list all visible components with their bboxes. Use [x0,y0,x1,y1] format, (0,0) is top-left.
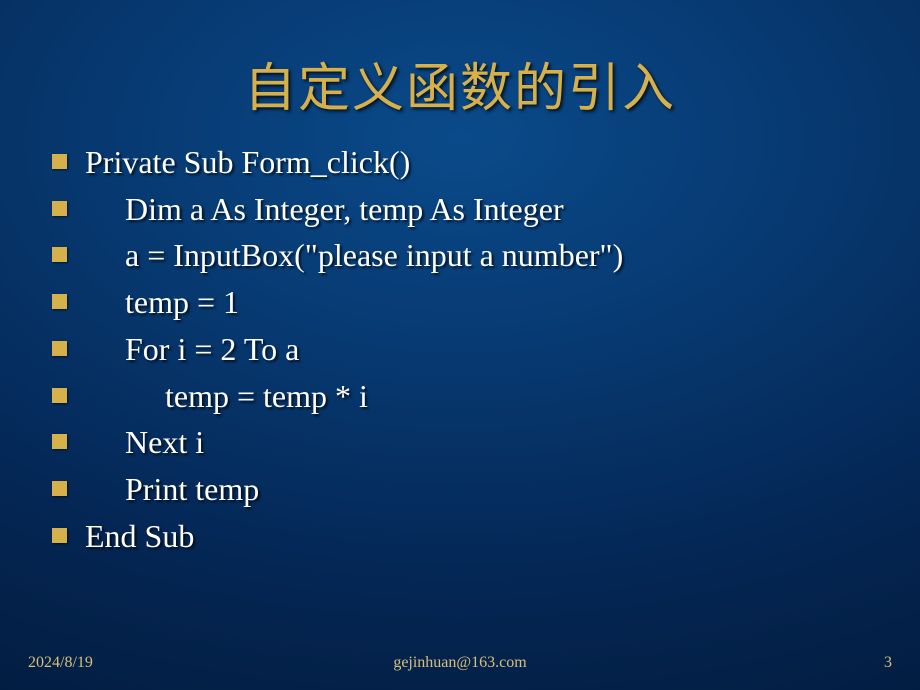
bullet-icon [52,528,67,543]
code-text: Next i [85,419,204,466]
bullet-icon [52,341,67,356]
footer-email: gejinhuan@163.com [316,654,604,672]
code-line: Private Sub Form_click() [52,139,880,186]
slide-title: 自定义函数的引入 [0,0,920,139]
code-text: Dim a As Integer, temp As Integer [85,186,564,233]
bullet-icon [52,154,67,169]
footer-page: 3 [604,654,892,672]
code-line: temp = temp * i [52,373,880,420]
slide: 自定义函数的引入 Private Sub Form_click() Dim a … [0,0,920,690]
code-text: Print temp [85,466,259,513]
code-text: End Sub [85,513,194,560]
bullet-icon [52,434,67,449]
bullet-icon [52,201,67,216]
code-text: temp = temp * i [85,373,368,420]
slide-footer: 2024/8/19 gejinhuan@163.com 3 [0,654,920,672]
code-line: For i = 2 To a [52,326,880,373]
bullet-icon [52,247,67,262]
code-line: Dim a As Integer, temp As Integer [52,186,880,233]
code-text: For i = 2 To a [85,326,299,373]
bullet-icon [52,294,67,309]
code-line: Print temp [52,466,880,513]
code-text: a = InputBox("please input a number") [85,232,623,279]
slide-content: Private Sub Form_click() Dim a As Intege… [0,139,920,559]
code-line: Next i [52,419,880,466]
code-line: temp = 1 [52,279,880,326]
footer-date: 2024/8/19 [28,654,316,672]
code-text: Private Sub Form_click() [85,139,410,186]
code-line: End Sub [52,513,880,560]
bullet-icon [52,388,67,403]
bullet-icon [52,481,67,496]
code-text: temp = 1 [85,279,239,326]
code-line: a = InputBox("please input a number") [52,232,880,279]
